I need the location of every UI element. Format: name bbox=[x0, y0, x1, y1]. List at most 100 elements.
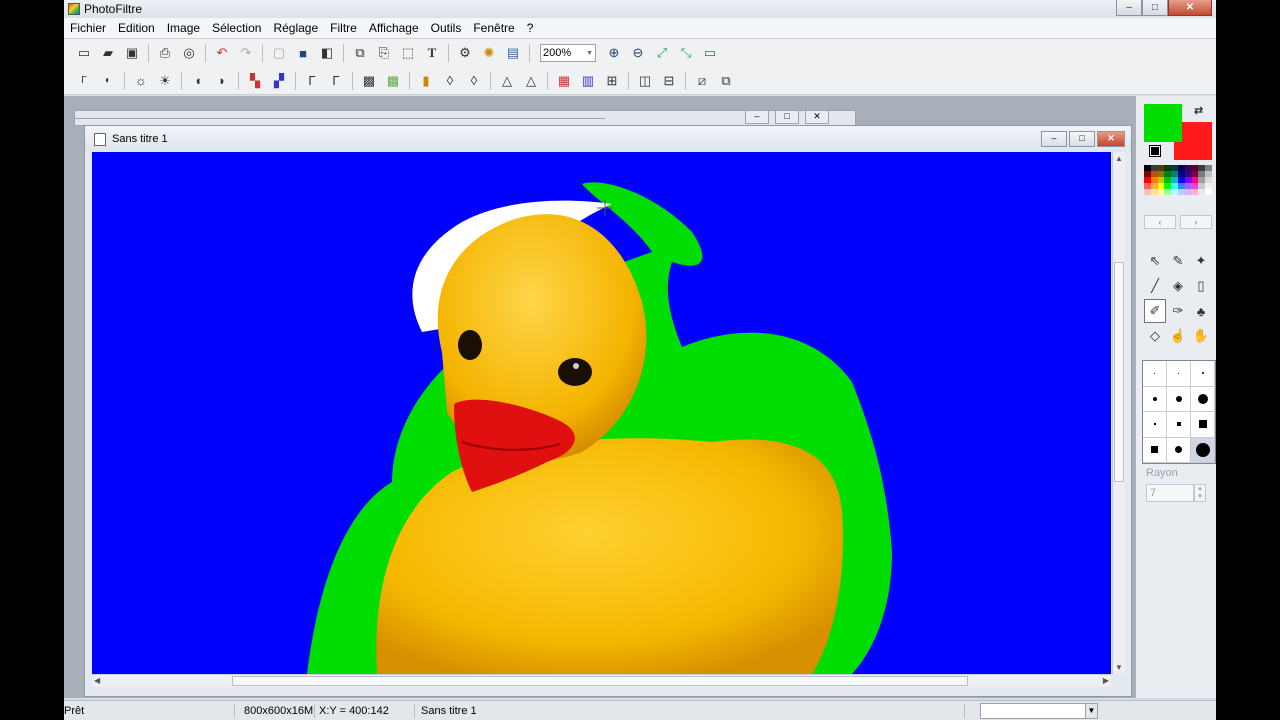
palette-swatch[interactable] bbox=[1150, 189, 1158, 195]
layer-icon[interactable]: ◧ bbox=[318, 44, 336, 62]
triangle-icon[interactable]: △ bbox=[498, 72, 516, 90]
blur-icon[interactable]: ▩ bbox=[360, 72, 378, 90]
scroll-up-icon[interactable]: ▲ bbox=[1115, 154, 1123, 163]
rotate-icon[interactable]: ⧄ bbox=[693, 72, 711, 90]
palette-swatch[interactable] bbox=[1171, 189, 1178, 195]
brush-shape[interactable] bbox=[1167, 361, 1191, 387]
flip-v-icon[interactable]: ⊟ bbox=[660, 72, 678, 90]
gamma-down-icon[interactable]: Γ bbox=[303, 72, 321, 90]
close-button[interactable]: ✕ bbox=[1168, 0, 1212, 16]
auto-level-icon[interactable]: Γ bbox=[75, 72, 93, 90]
vertical-scroll-thumb[interactable] bbox=[1114, 262, 1124, 482]
drop-icon[interactable]: ◊ bbox=[441, 72, 459, 90]
open-icon[interactable]: ▰ bbox=[99, 44, 117, 62]
mirror-icon[interactable]: ⊞ bbox=[603, 72, 621, 90]
brush-shape[interactable] bbox=[1143, 437, 1167, 463]
triangle-sharp-icon[interactable]: △ bbox=[522, 72, 540, 90]
plugin-icon[interactable]: ✺ bbox=[480, 44, 498, 62]
spray-icon[interactable]: ▯ bbox=[1190, 274, 1212, 298]
scroll-right-icon[interactable]: ▶ bbox=[1103, 676, 1109, 685]
swap-colors-icon[interactable]: ⇄ bbox=[1194, 104, 1203, 117]
menu-outils[interactable]: Outils bbox=[425, 21, 468, 35]
saturation-up-icon[interactable]: ▞ bbox=[270, 72, 288, 90]
undo-icon[interactable]: ↶ bbox=[213, 44, 231, 62]
menu-image[interactable]: Image bbox=[161, 21, 206, 35]
new-icon[interactable]: ▭ bbox=[75, 44, 93, 62]
copy-icon[interactable]: ⧉ bbox=[351, 44, 369, 62]
menu-help[interactable]: ? bbox=[521, 21, 540, 35]
rayon-spinner[interactable]: ▲ ▼ bbox=[1194, 484, 1206, 502]
menu-selection[interactable]: Sélection bbox=[206, 21, 267, 35]
doc-maximize-button[interactable]: □ bbox=[1069, 131, 1095, 147]
bg-minimize-button[interactable]: – bbox=[745, 110, 769, 124]
menu-edition[interactable]: Edition bbox=[112, 21, 161, 35]
brush-shape[interactable] bbox=[1191, 386, 1215, 412]
maximize-button[interactable]: □ bbox=[1142, 0, 1168, 16]
gamma-up-icon[interactable]: Γ bbox=[327, 72, 345, 90]
palette-swatch[interactable] bbox=[1164, 189, 1172, 195]
magic-wand-icon[interactable]: ✦ bbox=[1190, 249, 1212, 273]
fit-icon[interactable]: ⤢ bbox=[653, 44, 671, 62]
selection-icon[interactable]: ⬚ bbox=[399, 44, 417, 62]
palette-swatch[interactable] bbox=[1198, 189, 1206, 195]
brush-shape[interactable] bbox=[1167, 386, 1191, 412]
palette-swatch[interactable] bbox=[1205, 189, 1212, 195]
window-icon[interactable]: ▤ bbox=[504, 44, 522, 62]
brush-icon[interactable]: ✐ bbox=[1144, 299, 1166, 323]
brightness-up-icon[interactable]: ☀ bbox=[156, 72, 174, 90]
vertical-scrollbar[interactable]: ▲ ▼ bbox=[1112, 152, 1125, 674]
bg-close-button[interactable]: ✕ bbox=[805, 110, 829, 124]
horizontal-scroll-thumb[interactable] bbox=[232, 676, 968, 686]
foreground-color-swatch[interactable] bbox=[1144, 104, 1182, 142]
palette-swatch[interactable] bbox=[1144, 189, 1151, 195]
rgb-icon[interactable]: ▦ bbox=[555, 72, 573, 90]
chevron-down-icon[interactable]: ▼ bbox=[1086, 703, 1098, 719]
bg-maximize-button[interactable]: □ bbox=[775, 110, 799, 124]
document-title-bar[interactable]: Sans titre 1 – □ ✕ bbox=[85, 126, 1131, 152]
pointer-icon[interactable]: ⇖ bbox=[1144, 249, 1166, 273]
brush-shape[interactable] bbox=[1167, 437, 1191, 463]
brush-shape[interactable] bbox=[1191, 437, 1215, 463]
advanced-brush-icon[interactable]: ✑ bbox=[1167, 299, 1189, 323]
transparency-icon[interactable]: ▢ bbox=[270, 44, 288, 62]
menu-fichier[interactable]: Fichier bbox=[64, 21, 112, 35]
palette-swatch[interactable] bbox=[1157, 189, 1165, 195]
fill-icon[interactable]: ◈ bbox=[1167, 274, 1189, 298]
palette-next-button[interactable]: › bbox=[1180, 215, 1212, 229]
menu-affichage[interactable]: Affichage bbox=[363, 21, 425, 35]
fullscreen-icon[interactable]: ▭ bbox=[701, 44, 719, 62]
zoom-in-icon[interactable]: ⊕ bbox=[605, 44, 623, 62]
color-icon[interactable]: ■ bbox=[294, 44, 312, 62]
contrast-down-icon[interactable]: ◖ bbox=[189, 72, 207, 90]
sharpen-icon[interactable]: ▩ bbox=[384, 72, 402, 90]
horizontal-scrollbar[interactable]: ◀ ▶ bbox=[92, 674, 1111, 687]
menu-reglage[interactable]: Réglage bbox=[267, 21, 324, 35]
status-dropdown[interactable] bbox=[980, 703, 1086, 719]
hand-icon[interactable]: ✋ bbox=[1190, 324, 1212, 348]
line-icon[interactable]: ╱ bbox=[1144, 274, 1166, 298]
doc-minimize-button[interactable]: – bbox=[1041, 131, 1067, 147]
palette-swatch[interactable] bbox=[1177, 189, 1185, 195]
resize-icon[interactable]: ⧉ bbox=[717, 72, 735, 90]
print-icon[interactable]: ⎙ bbox=[156, 44, 174, 62]
saturation-down-icon[interactable]: ▚ bbox=[246, 72, 264, 90]
auto-contrast-icon[interactable]: ◐ bbox=[99, 72, 117, 90]
brush-shape[interactable] bbox=[1143, 361, 1167, 387]
blur-drop-icon[interactable]: ◇ bbox=[1144, 324, 1166, 348]
soften-icon[interactable]: ▮ bbox=[417, 72, 435, 90]
smudge-icon[interactable]: ☝ bbox=[1167, 324, 1189, 348]
scan-icon[interactable]: ◎ bbox=[180, 44, 198, 62]
zoom-select[interactable]: 200% ▼ bbox=[540, 44, 596, 62]
palette-prev-button[interactable]: ‹ bbox=[1144, 215, 1176, 229]
rayon-input[interactable]: 7 bbox=[1146, 484, 1194, 502]
scroll-left-icon[interactable]: ◀ bbox=[94, 676, 100, 685]
drop-plus-icon[interactable]: ◊ bbox=[465, 72, 483, 90]
stamp-icon[interactable]: ⚙ bbox=[456, 44, 474, 62]
brush-shape[interactable] bbox=[1167, 412, 1191, 438]
palette-swatch[interactable] bbox=[1184, 189, 1192, 195]
flip-h-icon[interactable]: ◫ bbox=[636, 72, 654, 90]
gradient-icon[interactable]: ▥ bbox=[579, 72, 597, 90]
contrast-up-icon[interactable]: ◗ bbox=[213, 72, 231, 90]
redo-icon[interactable]: ↷ bbox=[237, 44, 255, 62]
clone-stamp-icon[interactable]: ♣ bbox=[1190, 299, 1212, 323]
